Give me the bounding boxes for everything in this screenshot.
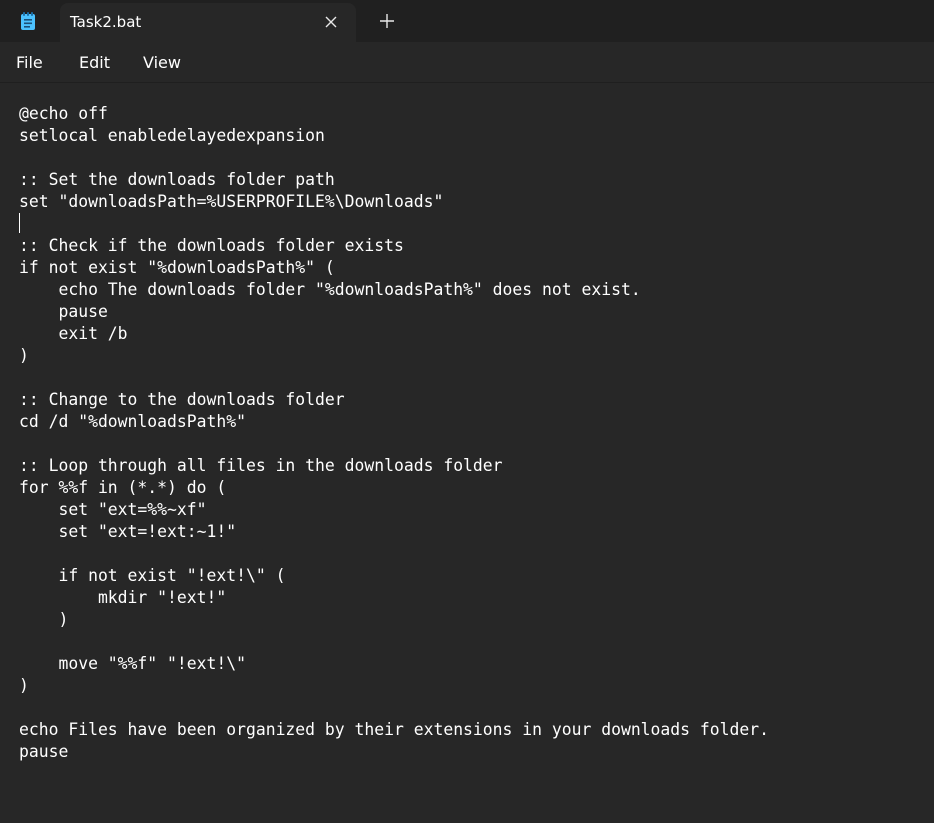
- menu-edit[interactable]: Edit: [79, 53, 110, 72]
- notepad-icon: [19, 11, 37, 31]
- tab-title: Task2.bat: [70, 13, 142, 31]
- close-icon[interactable]: [322, 13, 340, 31]
- title-bar: Task2.bat: [0, 0, 934, 42]
- tab-task2[interactable]: Task2.bat: [60, 3, 356, 42]
- editor-content[interactable]: @echo off setlocal enabledelayedexpansio…: [19, 103, 769, 763]
- text-editor[interactable]: @echo off setlocal enabledelayedexpansio…: [0, 82, 934, 823]
- menu-file[interactable]: File: [16, 53, 43, 72]
- text-caret: [19, 213, 20, 233]
- menu-bar: File Edit View: [0, 42, 934, 82]
- plus-icon[interactable]: [378, 12, 396, 30]
- menu-view[interactable]: View: [143, 53, 181, 72]
